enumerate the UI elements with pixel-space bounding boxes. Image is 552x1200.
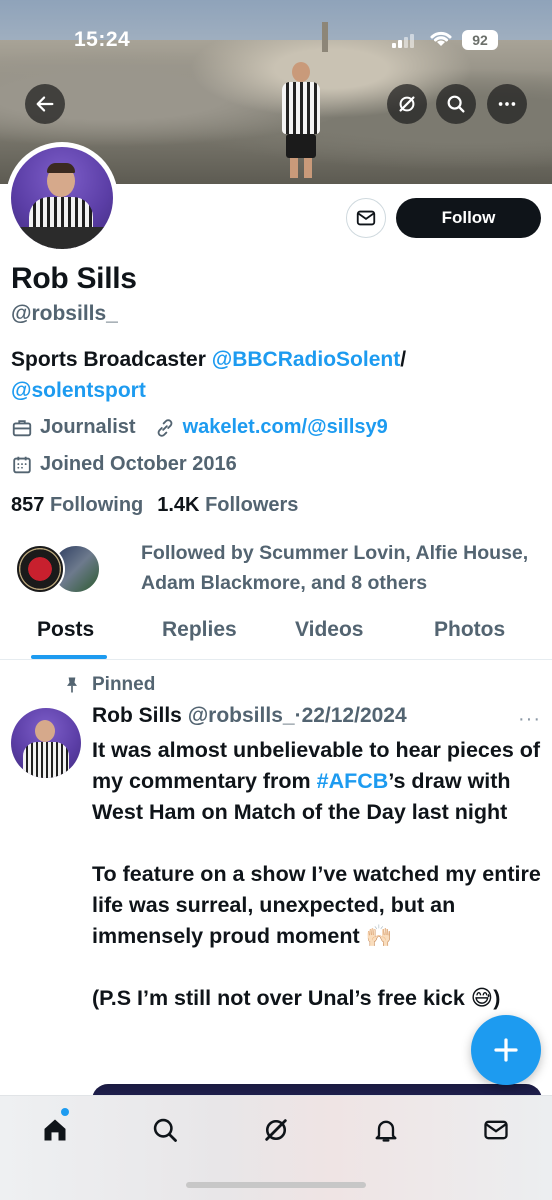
briefcase-icon (12, 419, 32, 436)
post-separator: · (294, 704, 302, 727)
plus-icon (494, 1038, 518, 1062)
status-time: 15:24 (74, 28, 131, 51)
more-icon[interactable] (487, 84, 527, 124)
profile-joined-row: Joined October 2016 (11, 453, 237, 476)
tab-replies[interactable]: Replies (162, 618, 237, 642)
back-arrow-icon[interactable] (25, 84, 65, 124)
profile-meta-row: Journalist wakelet.com/@sillsy9 (11, 416, 388, 439)
nav-messages[interactable] (476, 1110, 516, 1150)
calendar-icon (13, 456, 31, 473)
mail-icon (356, 210, 376, 226)
followed-by-text: Followed by Scummer Lovin, Alfie House, … (141, 542, 529, 594)
post-text[interactable]: It was almost unbelievable to hear piece… (92, 735, 542, 1014)
grok-icon[interactable] (387, 84, 427, 124)
compose-button[interactable] (471, 1015, 541, 1085)
profile-website[interactable]: wakelet.com/@sillsy9 (183, 416, 388, 439)
home-indicator (186, 1182, 366, 1188)
profile-job: Journalist (40, 416, 136, 438)
status-bar: 15:24 92 (0, 0, 552, 80)
post-date[interactable]: 22/12/2024 (302, 704, 407, 727)
follow-button[interactable]: Follow (396, 198, 541, 238)
post-author-handle[interactable]: @robsills_ (188, 704, 295, 727)
nav-home[interactable] (35, 1110, 75, 1150)
nav-grok[interactable] (256, 1110, 296, 1150)
tab-posts[interactable]: Posts (37, 618, 94, 642)
search-icon (153, 1118, 177, 1142)
profile-joined: Joined October 2016 (40, 453, 237, 475)
home-icon (44, 1119, 66, 1141)
pin-icon (67, 677, 77, 693)
avatar (11, 147, 113, 249)
post-author-avatar[interactable] (11, 708, 81, 778)
tab-videos[interactable]: Videos (295, 618, 363, 642)
link-icon (157, 418, 172, 437)
signal-icon (392, 32, 416, 48)
profile-handle: @robsills_ (11, 302, 118, 325)
bio-text: Sports Broadcaster (11, 348, 212, 371)
profile-bio: Sports Broadcaster @BBCRadioSolent/ @sole… (11, 344, 531, 406)
battery-indicator: 92 (462, 30, 498, 50)
profile-tabs: Posts Replies Videos Photos (0, 604, 552, 660)
search-icon[interactable] (436, 84, 476, 124)
profile-avatar[interactable] (6, 142, 118, 254)
messages-icon (484, 1120, 508, 1140)
wifi-icon (430, 31, 452, 46)
nav-notifications[interactable] (366, 1110, 406, 1150)
grok-icon (265, 1119, 287, 1141)
post-author-name[interactable]: Rob Sills (92, 704, 182, 727)
follow-counts: 857 Following 1.4K Followers (11, 494, 298, 517)
tab-photos[interactable]: Photos (434, 618, 505, 642)
tab-indicator (31, 655, 107, 659)
bio-mention-bbcradiosolent[interactable]: @BBCRadioSolent (212, 348, 400, 371)
notifications-icon (375, 1120, 397, 1142)
post-more-icon[interactable]: ··· (518, 708, 541, 731)
following-link[interactable]: 857 Following (11, 494, 143, 517)
pinned-label: Pinned (62, 674, 155, 696)
notification-dot (61, 1108, 69, 1116)
message-button[interactable] (346, 198, 386, 238)
post-header: Rob Sills @robsills_·22/12/2024 (92, 704, 407, 728)
followed-by[interactable]: Followed by Scummer Lovin, Alfie House, … (11, 538, 551, 600)
post-hashtag[interactable]: #AFCB (317, 769, 389, 793)
nav-search[interactable] (145, 1110, 185, 1150)
bio-mention-solentsport[interactable]: @solentsport (11, 379, 146, 402)
profile-name: Rob Sills (11, 262, 137, 295)
bio-separator: / (400, 348, 407, 371)
follower-avatar (15, 544, 65, 594)
followers-link[interactable]: 1.4K Followers (157, 494, 298, 517)
